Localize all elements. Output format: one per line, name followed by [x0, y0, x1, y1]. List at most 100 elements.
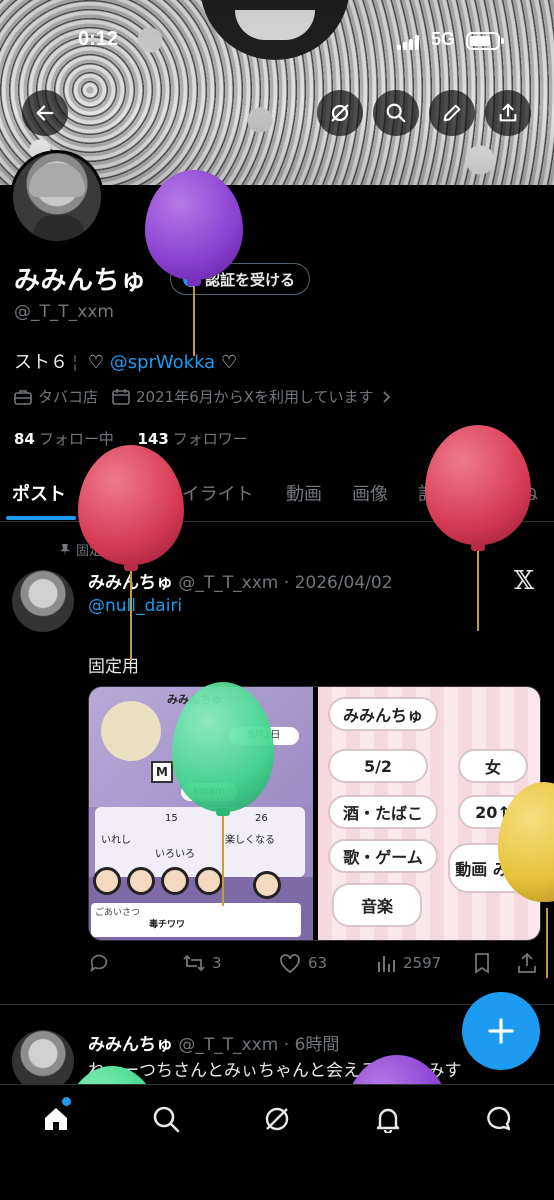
battery-icon	[466, 32, 504, 50]
tab-videos[interactable]: 動画	[286, 480, 322, 506]
pinned-indicator: 固定	[60, 540, 102, 559]
post-avatar-2[interactable]	[12, 1030, 74, 1092]
card-right-gender: 女	[458, 749, 528, 783]
notifications-icon	[376, 1108, 400, 1133]
plus-icon	[488, 1018, 514, 1044]
tab-posts[interactable]: ポスト	[12, 480, 66, 506]
nav-search[interactable]	[146, 1099, 186, 1139]
views-button[interactable]: 2597	[375, 952, 441, 974]
search-icon	[386, 103, 406, 123]
x-logo-icon[interactable]: 𝕏	[514, 566, 534, 596]
grok-icon	[265, 1107, 289, 1131]
profile-tabs: ポスト 返信 ハイライト 動画 画像 記事 いいね	[0, 470, 554, 522]
signal-icon	[397, 34, 425, 50]
battery-fill	[470, 36, 490, 46]
post-handle-time-2: @_T_T_xxm · 6時間	[178, 1035, 340, 1055]
card-left-character-row: ごあいさつ 毒チワワ	[89, 867, 313, 940]
nav-home[interactable]	[36, 1097, 76, 1139]
post-mention-link[interactable]: @null_dairi	[88, 596, 182, 616]
home-notification-dot	[62, 1097, 71, 1106]
card-left-greeting: ごあいさつ	[95, 908, 141, 918]
followers-link[interactable]: 143 フォロワー	[137, 430, 247, 448]
post-author-name-2[interactable]: みみんちゅ	[88, 1035, 173, 1055]
messages-icon	[487, 1106, 511, 1131]
card-right-name: みみんちゅ	[328, 697, 438, 731]
post-actions: 3 63 2597	[88, 952, 548, 980]
reply-icon	[90, 954, 108, 973]
following-count: 84	[14, 430, 35, 448]
profile-handle: @_T_T_xxm	[14, 302, 114, 322]
briefcase-icon	[14, 389, 32, 405]
get-verified-label: 認証を受ける	[205, 270, 296, 289]
card-left-character-face	[101, 701, 161, 761]
profile-job: タバコ店	[38, 388, 99, 406]
repost-count: 3	[212, 954, 222, 972]
share-button[interactable]	[485, 90, 531, 136]
tab-likes[interactable]: いいね	[484, 480, 538, 506]
card-left-tag: M	[151, 761, 173, 783]
home-icon	[45, 1108, 67, 1130]
bio-prefix: スト６	[14, 352, 68, 373]
post-header: みみんちゅ @_T_T_xxm · 2026/04/02	[88, 568, 393, 593]
repost-icon	[183, 954, 205, 972]
avatar-body	[33, 215, 85, 241]
refresh-button[interactable]	[317, 90, 363, 136]
card-left-platform: steam	[181, 783, 237, 801]
chevron-right-icon[interactable]	[380, 390, 394, 404]
nav-grok[interactable]	[257, 1099, 297, 1139]
tab-media[interactable]: 画像	[352, 480, 388, 506]
avatar-hair	[29, 163, 85, 197]
following-label: フォロー中	[38, 430, 114, 448]
balloon-red-right	[425, 425, 533, 635]
refresh-icon	[331, 104, 349, 122]
back-arrow-icon	[36, 105, 54, 121]
card-left-field-4: いろいろ	[155, 849, 195, 860]
nav-messages[interactable]	[478, 1099, 518, 1139]
tab-replies[interactable]: 返信	[96, 480, 132, 506]
compose-post-button[interactable]	[462, 992, 540, 1070]
repost-button[interactable]: 3	[182, 952, 222, 974]
profile-card-image-left[interactable]: みみんちゅ 5月2日 M steam 15 26 いれし いろいろ 楽しくなる …	[89, 687, 313, 940]
post-header-2: みみんちゅ @_T_T_xxm · 6時間	[88, 1030, 339, 1055]
bio-heart-1: ♡	[87, 352, 104, 373]
bookmark-icon	[475, 953, 489, 974]
active-tab-indicator	[6, 516, 76, 520]
like-count: 63	[308, 954, 328, 972]
card-right-music: 音楽	[332, 883, 422, 927]
post-media[interactable]: みみんちゅ 5月2日 M steam 15 26 いれし いろいろ 楽しくなる …	[88, 686, 541, 941]
edit-button[interactable]	[429, 90, 475, 136]
tab-highlights[interactable]: ハイライト	[164, 480, 254, 506]
card-left-field-5: 楽しくなる	[225, 835, 275, 846]
profile-card-image-right[interactable]: みみんちゅ 5/2 女 酒・たばこ 20↑ 歌・ゲーム 動画 みる 音楽	[318, 687, 540, 940]
bookmark-button[interactable]	[472, 952, 492, 974]
card-left-title: みみんちゅ	[167, 693, 222, 706]
network-label: 5G	[431, 29, 456, 49]
get-verified-button[interactable]: 認証を受ける	[170, 263, 311, 295]
profile-screen: 0:12 5G みみんちゅ 認証を受ける @_T_T_xxm スト６ ¦ ♡ @s…	[0, 0, 554, 1200]
back-button[interactable]	[22, 90, 68, 136]
post-avatar[interactable]	[12, 570, 74, 632]
following-link[interactable]: 84 フォロー中	[14, 430, 114, 448]
card-right-play: 動画 みる	[448, 843, 532, 893]
reply-button[interactable]	[88, 952, 110, 974]
tab-articles[interactable]: 記事	[418, 480, 454, 506]
nav-notifications[interactable]	[368, 1099, 408, 1139]
post-text-2: ねーーつちさんとみぃちゃんと会えるの楽しみす	[88, 1061, 462, 1081]
card-right-hobbies: 歌・ゲーム	[328, 839, 438, 873]
post-share-button[interactable]	[516, 952, 538, 974]
post-author-name[interactable]: みみんちゅ	[88, 573, 173, 593]
edit-icon	[443, 104, 461, 122]
pinned-label: 固定	[76, 544, 103, 559]
card-left-field-2: 26	[255, 813, 268, 824]
status-bar: 0:12 5G	[0, 24, 554, 60]
card-left-footer: 毒チワワ	[149, 920, 186, 930]
card-left-date: 5月2日	[229, 727, 299, 745]
bio-mention-link[interactable]: @sprWokka	[110, 352, 216, 373]
display-name: みみんちゅ	[14, 266, 147, 296]
profile-avatar[interactable]	[10, 150, 104, 244]
search-icon	[153, 1106, 180, 1133]
verified-badge-icon	[183, 271, 199, 287]
search-button[interactable]	[373, 90, 419, 136]
follow-stats: 84 フォロー中 143 フォロワー	[14, 428, 248, 449]
like-button[interactable]: 63	[278, 952, 327, 974]
